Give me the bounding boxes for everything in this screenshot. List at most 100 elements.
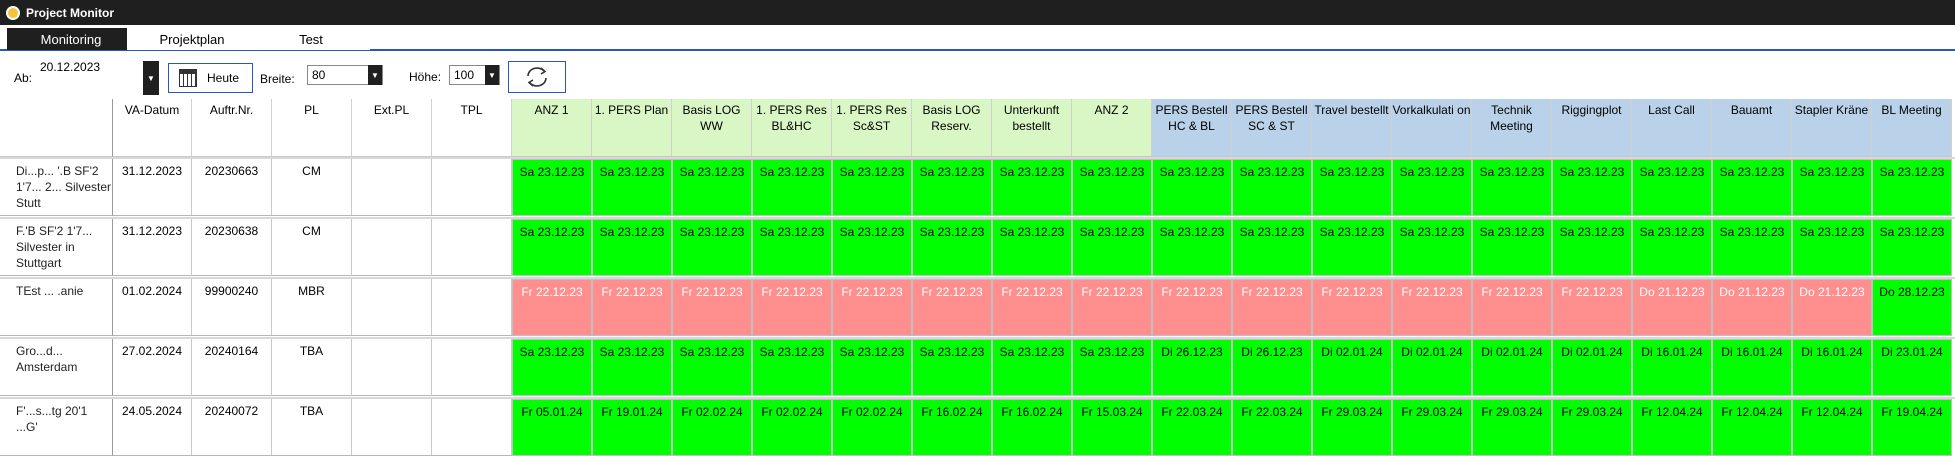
column-header-milestone[interactable]: Basis LOG WW <box>672 99 752 157</box>
cell-milestone-date[interactable]: Fr 29.03.24 <box>1392 399 1472 456</box>
cell-milestone-date[interactable]: Do 21.12.23 <box>1792 279 1872 336</box>
cell-info[interactable]: 20230663 <box>192 159 272 216</box>
cell-milestone-date[interactable]: Sa 23.12.23 <box>1872 219 1952 276</box>
cell-milestone-date[interactable]: Sa 23.12.23 <box>1392 159 1472 216</box>
cell-milestone-date[interactable]: Fr 22.12.23 <box>1552 279 1632 336</box>
column-header-milestone[interactable]: Stapler Kräne <box>1792 99 1872 157</box>
cell-milestone-date[interactable]: Sa 23.12.23 <box>672 339 752 396</box>
heute-button[interactable]: Heute <box>168 63 253 93</box>
cell-info[interactable]: 27.02.2024 <box>113 339 192 396</box>
cell-info[interactable]: 31.12.2023 <box>113 159 192 216</box>
cell-milestone-date[interactable]: Sa 23.12.23 <box>992 339 1072 396</box>
cell-milestone-date[interactable]: Sa 23.12.23 <box>1152 219 1232 276</box>
cell-milestone-date[interactable]: Sa 23.12.23 <box>1232 159 1312 216</box>
cell-milestone-date[interactable]: Sa 23.12.23 <box>912 339 992 396</box>
cell-milestone-date[interactable]: Fr 12.04.24 <box>1632 399 1712 456</box>
cell-milestone-date[interactable]: Di 26.12.23 <box>1152 339 1232 396</box>
cell-milestone-date[interactable]: Do 28.12.23 <box>1872 279 1952 336</box>
cell-info[interactable]: 20240072 <box>192 399 272 456</box>
cell-milestone-date[interactable]: Sa 23.12.23 <box>1392 219 1472 276</box>
column-header-milestone[interactable]: PERS Bestell HC & BL <box>1152 99 1232 157</box>
cell-milestone-date[interactable]: Sa 23.12.23 <box>512 159 592 216</box>
row-project-name[interactable]: F.'B SF'2 1'7... Silvester in Stuttgart <box>0 219 113 276</box>
cell-info[interactable] <box>352 159 432 216</box>
column-header-va-datum[interactable]: VA-Datum <box>113 99 192 157</box>
cell-milestone-date[interactable]: Fr 16.02.24 <box>912 399 992 456</box>
cell-milestone-date[interactable]: Sa 23.12.23 <box>1792 159 1872 216</box>
cell-milestone-date[interactable]: Sa 23.12.23 <box>752 159 832 216</box>
cell-milestone-date[interactable]: Fr 16.02.24 <box>992 399 1072 456</box>
cell-milestone-date[interactable]: Fr 12.04.24 <box>1792 399 1872 456</box>
cell-milestone-date[interactable]: Fr 22.12.23 <box>752 279 832 336</box>
cell-milestone-date[interactable]: Sa 23.12.23 <box>1312 159 1392 216</box>
cell-milestone-date[interactable]: Sa 23.12.23 <box>1472 159 1552 216</box>
cell-milestone-date[interactable]: Fr 02.02.24 <box>832 399 912 456</box>
column-header-milestone[interactable]: Bauamt <box>1712 99 1792 157</box>
cell-milestone-date[interactable]: Fr 05.01.24 <box>512 399 592 456</box>
cell-milestone-date[interactable]: Sa 23.12.23 <box>1472 219 1552 276</box>
column-header-milestone[interactable]: Technik Meeting <box>1472 99 1552 157</box>
cell-milestone-date[interactable]: Sa 23.12.23 <box>832 339 912 396</box>
cell-milestone-date[interactable]: Sa 23.12.23 <box>592 339 672 396</box>
cell-milestone-date[interactable]: Di 23.01.24 <box>1872 339 1952 396</box>
cell-info[interactable] <box>432 159 512 216</box>
cell-milestone-date[interactable]: Sa 23.12.23 <box>1072 219 1152 276</box>
cell-milestone-date[interactable]: Fr 22.12.23 <box>992 279 1072 336</box>
cell-milestone-date[interactable]: Fr 29.03.24 <box>1312 399 1392 456</box>
tab-projektplan[interactable]: Projektplan <box>127 28 257 50</box>
cell-milestone-date[interactable]: Sa 23.12.23 <box>1632 219 1712 276</box>
cell-info[interactable]: CM <box>272 159 352 216</box>
cell-info[interactable] <box>352 219 432 276</box>
cell-milestone-date[interactable]: Do 21.12.23 <box>1632 279 1712 336</box>
column-header-milestone[interactable]: BL Meeting <box>1872 99 1952 157</box>
cell-milestone-date[interactable]: Sa 23.12.23 <box>512 219 592 276</box>
cell-milestone-date[interactable]: Sa 23.12.23 <box>1552 219 1632 276</box>
cell-milestone-date[interactable]: Fr 29.03.24 <box>1552 399 1632 456</box>
cell-milestone-date[interactable]: Sa 23.12.23 <box>512 339 592 396</box>
cell-milestone-date[interactable]: Sa 23.12.23 <box>1072 159 1152 216</box>
row-project-name[interactable]: Di...p... '.B SF'2 1'7... 2... Silvester… <box>0 159 113 216</box>
cell-milestone-date[interactable]: Sa 23.12.23 <box>912 159 992 216</box>
cell-milestone-date[interactable]: Sa 23.12.23 <box>672 159 752 216</box>
cell-milestone-date[interactable]: Sa 23.12.23 <box>752 339 832 396</box>
cell-milestone-date[interactable]: Fr 02.02.24 <box>672 399 752 456</box>
column-header-milestone[interactable]: 1. PERS Plan <box>592 99 672 157</box>
cell-info[interactable]: 31.12.2023 <box>113 219 192 276</box>
cell-milestone-date[interactable]: Di 16.01.24 <box>1712 339 1792 396</box>
cell-milestone-date[interactable]: Fr 22.12.23 <box>1232 279 1312 336</box>
column-header-ext-pl[interactable]: Ext.PL <box>352 99 432 157</box>
cell-milestone-date[interactable]: Di 02.01.24 <box>1392 339 1472 396</box>
cell-milestone-date[interactable]: Sa 23.12.23 <box>1872 159 1952 216</box>
cell-milestone-date[interactable]: Fr 22.12.23 <box>912 279 992 336</box>
cell-milestone-date[interactable]: Fr 22.12.23 <box>672 279 752 336</box>
cell-milestone-date[interactable]: Fr 12.04.24 <box>1712 399 1792 456</box>
cell-info[interactable] <box>352 399 432 456</box>
cell-milestone-date[interactable]: Fr 19.04.24 <box>1872 399 1952 456</box>
cell-info[interactable]: 20240164 <box>192 339 272 396</box>
column-header-milestone[interactable]: 1. PERS Res BL&HC <box>752 99 832 157</box>
cell-info[interactable]: TBA <box>272 399 352 456</box>
cell-info[interactable]: CM <box>272 219 352 276</box>
cell-milestone-date[interactable]: Fr 22.12.23 <box>592 279 672 336</box>
cell-info[interactable] <box>432 339 512 396</box>
cell-milestone-date[interactable]: Sa 23.12.23 <box>992 159 1072 216</box>
cell-milestone-date[interactable]: Fr 22.12.23 <box>1312 279 1392 336</box>
cell-milestone-date[interactable]: Fr 22.12.23 <box>1072 279 1152 336</box>
column-header-auftr-nr-[interactable]: Auftr.Nr. <box>192 99 272 157</box>
cell-milestone-date[interactable]: Fr 22.12.23 <box>832 279 912 336</box>
cell-milestone-date[interactable]: Sa 23.12.23 <box>752 219 832 276</box>
cell-milestone-date[interactable]: Sa 23.12.23 <box>1152 159 1232 216</box>
hoehe-select[interactable]: 100 ▼ <box>449 65 500 85</box>
cell-milestone-date[interactable]: Fr 22.12.23 <box>1152 279 1232 336</box>
refresh-button[interactable] <box>508 61 566 93</box>
cell-milestone-date[interactable]: Sa 23.12.23 <box>1632 159 1712 216</box>
cell-milestone-date[interactable]: Di 16.01.24 <box>1632 339 1712 396</box>
cell-milestone-date[interactable]: Sa 23.12.23 <box>1072 339 1152 396</box>
cell-milestone-date[interactable]: Fr 02.02.24 <box>752 399 832 456</box>
cell-milestone-date[interactable]: Sa 23.12.23 <box>1552 159 1632 216</box>
ab-date-dropdown-icon[interactable]: ▼ <box>143 61 159 95</box>
column-header-milestone[interactable]: ANZ 1 <box>512 99 592 157</box>
cell-info[interactable] <box>432 279 512 336</box>
cell-info[interactable]: 01.02.2024 <box>113 279 192 336</box>
cell-milestone-date[interactable]: Di 02.01.24 <box>1552 339 1632 396</box>
